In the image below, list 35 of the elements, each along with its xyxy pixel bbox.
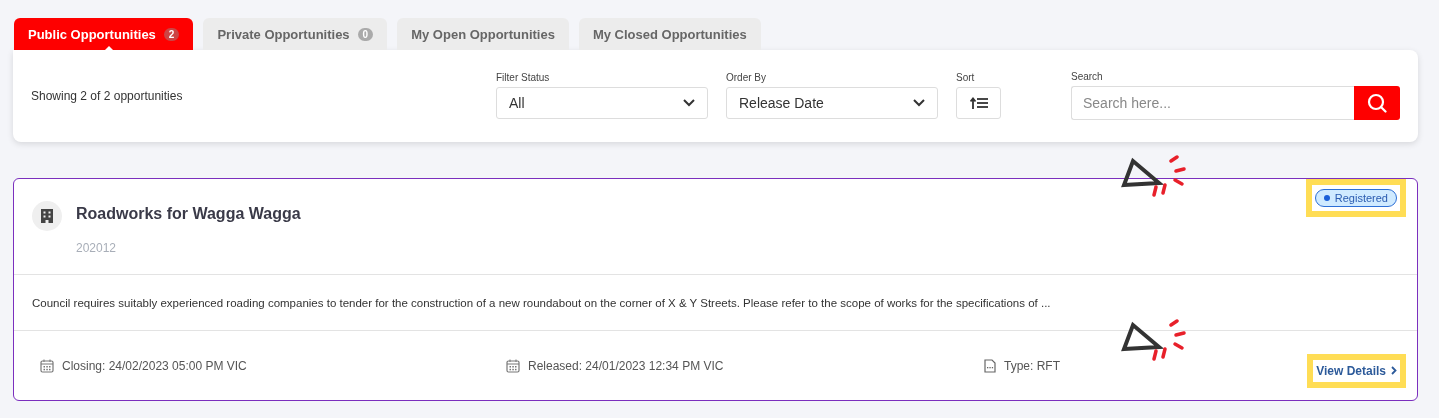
dropdown-value: Release Date: [739, 94, 824, 111]
opportunity-type: Type: RFT: [1004, 358, 1060, 373]
tab[interactable]: Private Opportunities 0: [203, 18, 388, 50]
search-field[interactable]: Search here...: [1071, 85, 1354, 120]
chevron-right-icon: [1391, 366, 1397, 375]
view-details-link[interactable]: View Details: [1316, 363, 1397, 378]
sort-button[interactable]: [956, 86, 1001, 119]
document-icon: [984, 358, 996, 373]
chevron-down-icon: [683, 98, 695, 107]
count-badge: 2: [163, 27, 180, 41]
calendar-icon: [40, 358, 54, 373]
search-icon: [1367, 92, 1387, 113]
opportunity-description: Council requires suitably experienced roading companies to tender for the construction of a new roundabout on the corner of X & Y Streets. Please refer to the scope of works for the specifications of ...: [14, 275, 1417, 331]
field-label: Search: [1071, 70, 1104, 82]
building-icon: [41, 209, 53, 223]
field-label: Order By: [726, 71, 767, 83]
status-dropdown[interactable]: All: [496, 86, 708, 119]
count-badge: 0: [357, 27, 374, 41]
field-label: Filter Status: [496, 71, 551, 83]
tab[interactable]: My Closed Opportunities: [578, 18, 761, 50]
opportunity-title: Roadworks for Wagga Wagga: [76, 205, 302, 223]
order-dropdown[interactable]: Release Date: [726, 86, 938, 119]
calendar-icon: [506, 358, 520, 373]
sort-ascending-icon: [969, 96, 988, 109]
release-date: Released: 24/01/2023 12:34 PM VIC: [528, 358, 724, 373]
status-badge: Registered: [1314, 189, 1397, 207]
tab[interactable]: Public Opportunities 2: [14, 18, 194, 50]
results-summary: Showing 2 of 2 opportunities: [31, 89, 184, 103]
closing-date: Closing: 24/02/2023 05:00 PM VIC: [62, 358, 247, 373]
field-label: Sort: [956, 71, 976, 83]
tab[interactable]: My Open Opportunities: [397, 18, 569, 50]
chevron-down-icon: [913, 98, 925, 107]
reference-number: 202012: [76, 241, 118, 255]
dropdown-value: All: [509, 94, 525, 111]
search-button[interactable]: [1354, 85, 1400, 120]
